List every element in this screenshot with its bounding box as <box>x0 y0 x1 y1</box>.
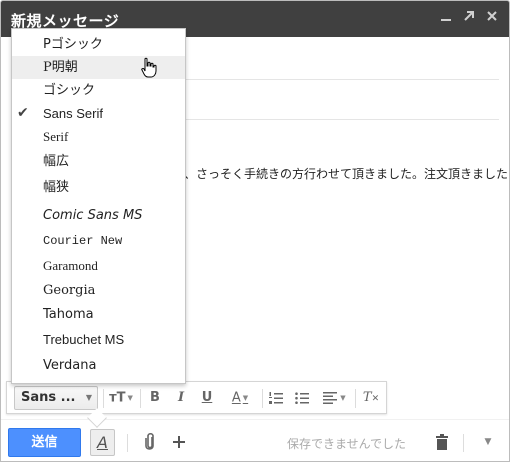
chevron-down-icon: ▼ <box>127 394 133 402</box>
font-option-narrow[interactable]: 幅狭 <box>12 176 185 199</box>
plus-icon <box>173 436 185 448</box>
close-icon[interactable] <box>483 9 501 27</box>
font-option-verdana[interactable]: Verdana <box>12 354 185 377</box>
font-option-serif[interactable]: Serif <box>12 125 185 148</box>
chevron-down-icon: ▼ <box>484 437 492 447</box>
chevron-down-icon: ▼ <box>242 394 249 402</box>
font-option-label: Comic Sans MS <box>43 208 143 223</box>
italic-icon: I <box>177 390 185 405</box>
font-option-trebuchet-ms[interactable]: Trebuchet MS <box>12 328 185 351</box>
italic-button[interactable]: I <box>172 388 190 408</box>
font-option-comic-sans[interactable]: Comic Sans MS <box>12 204 185 227</box>
save-status-text: 保存できませんでした <box>287 437 407 451</box>
numbered-list-icon <box>269 392 283 404</box>
trash-icon <box>436 434 448 450</box>
font-option-wide[interactable]: 幅広 <box>12 150 185 173</box>
font-option-label: Serif <box>43 129 69 144</box>
formatting-toolbar: Sans ... ▼ ᴛT ▼ B I U A ▼ ▼ T✕ <box>6 381 387 414</box>
font-option-p-mincho[interactable]: P明朝 <box>12 56 185 79</box>
attach-button[interactable] <box>140 431 160 453</box>
font-option-label: Sans Serif <box>43 106 103 121</box>
font-option-courier-new[interactable]: Courier New <box>12 229 185 252</box>
toolbar-divider <box>262 389 263 408</box>
font-family-menu: Pゴシック P明朝 ゴシック ✔ Sans Serif Serif 幅広 幅狭 <box>11 28 186 384</box>
font-option-label: Tahoma <box>43 307 94 322</box>
text-color-icon: A <box>231 390 241 406</box>
minimize-icon[interactable] <box>437 9 455 27</box>
send-button[interactable]: 送信 <box>8 428 81 457</box>
font-option-sans-serif[interactable]: ✔ Sans Serif <box>12 102 185 125</box>
underline-button[interactable]: U <box>198 388 216 408</box>
chevron-down-icon: ▼ <box>85 393 92 402</box>
toolbar-divider <box>103 389 104 408</box>
underline-icon: U <box>201 390 213 405</box>
font-option-label: ゴシック <box>43 83 96 98</box>
discard-draft-button[interactable] <box>432 431 452 453</box>
font-option-label: Garamond <box>43 258 98 273</box>
numbered-list-button[interactable] <box>267 388 285 408</box>
bulleted-list-icon <box>295 392 309 404</box>
toolbar-divider <box>140 389 141 408</box>
font-option-label: P明朝 <box>43 60 78 75</box>
remove-formatting-button[interactable]: T✕ <box>360 388 382 408</box>
hand-cursor-icon <box>141 57 157 78</box>
message-body-text[interactable]: 、さっそく手続きの方行わせて頂きました。注文頂きました <box>184 165 508 182</box>
font-family-button-label: Sans ... <box>21 390 76 405</box>
bold-icon: B <box>150 390 160 405</box>
paperclip-icon <box>145 432 154 450</box>
font-option-label: Georgia <box>43 283 96 298</box>
formatting-toggle-button[interactable]: A <box>90 429 115 456</box>
font-size-button[interactable]: ᴛT ▼ <box>108 388 134 408</box>
more-options-button[interactable]: ▼ <box>478 431 498 453</box>
font-option-label: Pゴシック <box>43 37 103 52</box>
bulleted-list-button[interactable] <box>293 388 311 408</box>
chevron-down-icon: ▼ <box>340 394 346 402</box>
insert-button[interactable] <box>169 431 189 453</box>
bottom-divider-vertical <box>463 434 464 452</box>
remove-formatting-icon: T <box>362 390 372 405</box>
font-option-georgia[interactable]: Georgia <box>12 279 185 302</box>
align-button[interactable]: ▼ <box>319 388 349 408</box>
font-option-p-gothic[interactable]: Pゴシック <box>12 33 185 56</box>
text-color-button[interactable]: A ▼ <box>224 388 256 408</box>
toolbar-divider <box>355 389 356 408</box>
bottom-divider-vertical <box>127 434 128 452</box>
bottom-divider <box>1 419 509 420</box>
check-icon: ✔ <box>17 105 29 121</box>
font-option-label: Trebuchet MS <box>43 332 125 347</box>
font-option-garamond[interactable]: Garamond <box>12 254 185 277</box>
font-family-button[interactable]: Sans ... ▼ <box>14 386 98 410</box>
popout-icon[interactable] <box>460 9 478 27</box>
font-option-label: Courier New <box>43 234 123 248</box>
font-option-tahoma[interactable]: Tahoma <box>12 303 185 326</box>
compose-window: 新規メッセージ 、さっそく手続きの方行わせて頂きました。注文頂きました Pゴシッ… <box>0 0 510 462</box>
font-option-gothic[interactable]: ゴシック <box>12 79 185 102</box>
format-text-icon: A <box>97 433 108 452</box>
font-option-label: 幅狭 <box>43 180 70 195</box>
align-left-icon <box>323 392 338 404</box>
bold-button[interactable]: B <box>146 388 164 408</box>
text-size-icon: ᴛT <box>109 390 126 406</box>
font-option-label: 幅広 <box>43 154 70 169</box>
font-option-label: Verdana <box>43 358 97 373</box>
close-icon: ✕ <box>371 394 380 404</box>
